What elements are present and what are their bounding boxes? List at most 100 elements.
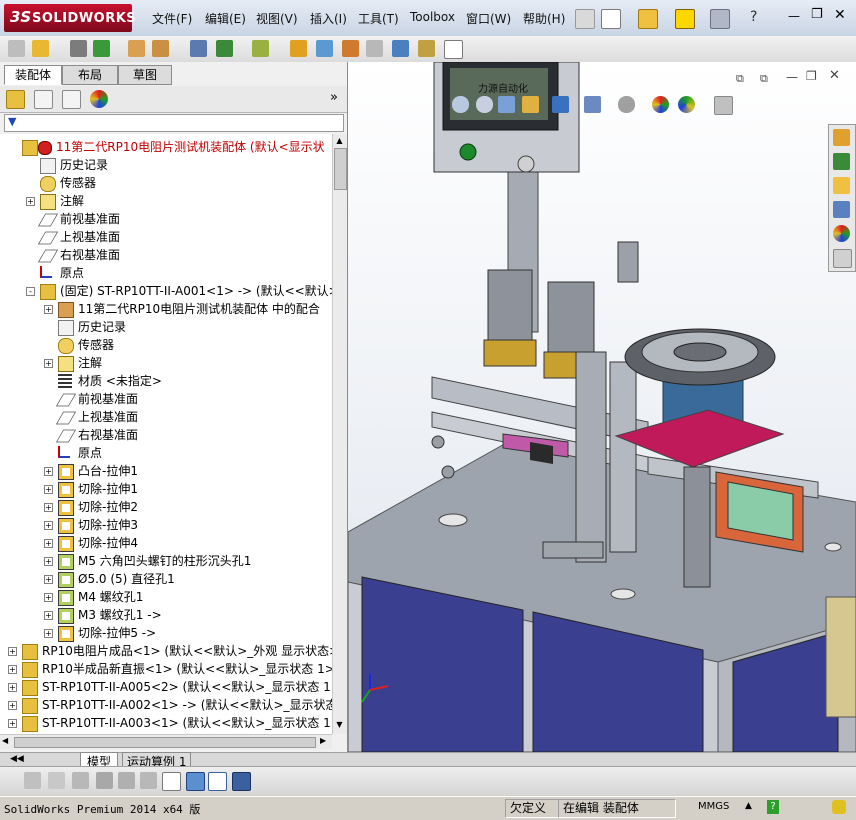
- view-orientation-icon[interactable]: [552, 96, 569, 113]
- zoom-to-area-icon[interactable]: [476, 96, 493, 113]
- expand-icon[interactable]: +: [8, 701, 17, 710]
- perspective-icon[interactable]: [118, 772, 135, 789]
- close-window-icon[interactable]: ✕: [834, 7, 846, 23]
- zebra-stripes-icon[interactable]: [162, 772, 181, 791]
- mate-icon[interactable]: [70, 40, 87, 57]
- expand-icon[interactable]: +: [8, 683, 17, 692]
- tree-item[interactable]: + ST-RP10TT-II-A002<1> -> (默认<<默认>_显示状态 1…: [0, 696, 332, 714]
- draft-quality-icon[interactable]: [96, 772, 113, 789]
- property-manager-icon[interactable]: [34, 90, 53, 109]
- expand-icon[interactable]: +: [44, 359, 53, 368]
- configuration-manager-icon[interactable]: [62, 90, 81, 109]
- tree-item[interactable]: + 注解: [0, 354, 332, 372]
- filter-icon[interactable]: ▼: [8, 115, 16, 128]
- tree-item[interactable]: 原点: [0, 444, 332, 462]
- new-document-icon[interactable]: [601, 9, 621, 29]
- help-question-icon[interactable]: ?: [750, 9, 768, 27]
- assembly-features-icon[interactable]: [216, 40, 233, 57]
- curvature-icon[interactable]: [140, 772, 157, 789]
- explode-line-icon[interactable]: [366, 40, 383, 57]
- tab-assembly[interactable]: 装配体: [4, 65, 62, 85]
- viewport-close-icon[interactable]: ✕: [829, 68, 840, 83]
- tree-item[interactable]: + Ø5.0 (5) 直径孔1: [0, 570, 332, 588]
- tree-item[interactable]: + 切除-拉伸4: [0, 534, 332, 552]
- hide-show-items-icon[interactable]: [618, 96, 635, 113]
- print-icon[interactable]: [710, 9, 730, 29]
- shaded-icon[interactable]: [24, 772, 41, 789]
- expand-icon[interactable]: +: [44, 557, 53, 566]
- menu-tools[interactable]: 工具(T): [358, 10, 399, 27]
- menu-view[interactable]: 视图(V): [256, 10, 298, 27]
- tree-item[interactable]: 前视基准面: [0, 210, 332, 228]
- interference-detection-icon[interactable]: [392, 40, 409, 57]
- custom-properties-icon[interactable]: [833, 249, 852, 268]
- tree-item[interactable]: 上视基准面: [0, 228, 332, 246]
- tab-layout[interactable]: 布局: [62, 65, 118, 85]
- section-view-icon[interactable]: [522, 96, 539, 113]
- zoom-to-fit-icon[interactable]: [452, 96, 469, 113]
- status-help-icon[interactable]: ?: [767, 800, 779, 814]
- exploded-view-icon[interactable]: [342, 40, 359, 57]
- tree-item[interactable]: + ST-RP10TT-II-A005<2> (默认<<默认>_显示状态 1>): [0, 678, 332, 696]
- tree-item[interactable]: + 切除-拉伸5 ->: [0, 624, 332, 642]
- appearances-icon[interactable]: [833, 225, 850, 242]
- rebuild-icon[interactable]: [832, 800, 846, 814]
- file-explorer-icon[interactable]: [833, 177, 850, 194]
- status-units[interactable]: MMGS: [698, 801, 729, 812]
- tree-item[interactable]: + RP10半成品新直振<1> (默认<<默认>_显示状态 1>): [0, 660, 332, 678]
- tree-item[interactable]: 传感器: [0, 336, 332, 354]
- display-manager-icon[interactable]: [90, 90, 108, 108]
- tree-item[interactable]: + 凸台-拉伸1: [0, 462, 332, 480]
- vertical-scroll-thumb[interactable]: [334, 148, 347, 190]
- new-motion-study-icon[interactable]: [290, 40, 307, 57]
- tree-item[interactable]: 历史记录: [0, 318, 332, 336]
- wireframe-icon[interactable]: [72, 772, 89, 789]
- menu-file[interactable]: 文件(F): [152, 10, 192, 27]
- graphics-viewport[interactable]: 力源自动化 ⧉ ⧉ — ❐ ✕: [348, 62, 856, 752]
- tab-sketch[interactable]: 草图: [118, 65, 172, 85]
- shaded-with-edges-icon[interactable]: [186, 772, 205, 791]
- solidworks-logo[interactable]: 3S SOLIDWORKS: [4, 4, 136, 32]
- apply-scene-icon[interactable]: [678, 96, 695, 113]
- expand-icon[interactable]: +: [44, 629, 53, 638]
- tree-filter-input[interactable]: ▼: [4, 114, 344, 132]
- tree-item[interactable]: + ST-RP10TT-II-A003<1> (默认<<默认>_显示状态 1>): [0, 714, 332, 732]
- split-view-vertical-icon[interactable]: ⧉: [760, 72, 768, 86]
- display-style-icon[interactable]: [584, 96, 601, 113]
- expand-icon[interactable]: +: [44, 575, 53, 584]
- expand-icon[interactable]: +: [8, 647, 17, 656]
- tree-item[interactable]: 原点: [0, 264, 332, 282]
- expand-icon[interactable]: +: [8, 719, 17, 728]
- view-settings-icon[interactable]: [714, 96, 733, 115]
- previous-view-icon[interactable]: [498, 96, 515, 113]
- warning-icon[interactable]: [675, 9, 695, 29]
- scroll-up-icon[interactable]: ▲: [334, 136, 345, 146]
- reference-geometry-icon[interactable]: [252, 40, 269, 57]
- menu-window[interactable]: 窗口(W): [466, 10, 511, 27]
- collapse-icon[interactable]: -: [26, 287, 35, 296]
- tree-item[interactable]: + 注解: [0, 192, 332, 210]
- show-hidden-icon[interactable]: [190, 40, 207, 57]
- move-component-icon[interactable]: [152, 40, 169, 57]
- cross-section-icon[interactable]: [208, 772, 227, 791]
- expand-icon[interactable]: +: [44, 593, 53, 602]
- units-dropdown-icon[interactable]: ▲: [745, 801, 752, 811]
- menu-toolbox[interactable]: Toolbox: [410, 10, 455, 24]
- smart-fasteners-icon[interactable]: [128, 40, 145, 57]
- expand-icon[interactable]: +: [26, 197, 35, 206]
- tree-item[interactable]: 传感器: [0, 174, 332, 192]
- menu-edit[interactable]: 编辑(E): [205, 10, 246, 27]
- view-palette-icon[interactable]: [833, 201, 850, 218]
- expand-icon[interactable]: +: [44, 485, 53, 494]
- tree-item[interactable]: 历史记录: [0, 156, 332, 174]
- tree-horizontal-scrollbar[interactable]: ◀ ▶: [0, 734, 332, 749]
- menu-insert[interactable]: 插入(I): [310, 10, 347, 27]
- viewport-restore-icon[interactable]: ❐: [806, 69, 817, 83]
- split-view-icon[interactable]: ⧉: [736, 72, 744, 86]
- edit-component-icon[interactable]: [8, 40, 25, 57]
- bill-of-materials-icon[interactable]: [316, 40, 333, 57]
- insert-component-icon[interactable]: [32, 40, 49, 57]
- tree-item[interactable]: + RP10电阻片成品<1> (默认<<默认>_外观 显示状态>): [0, 642, 332, 660]
- expand-icon[interactable]: +: [44, 539, 53, 548]
- home-icon[interactable]: [833, 129, 850, 146]
